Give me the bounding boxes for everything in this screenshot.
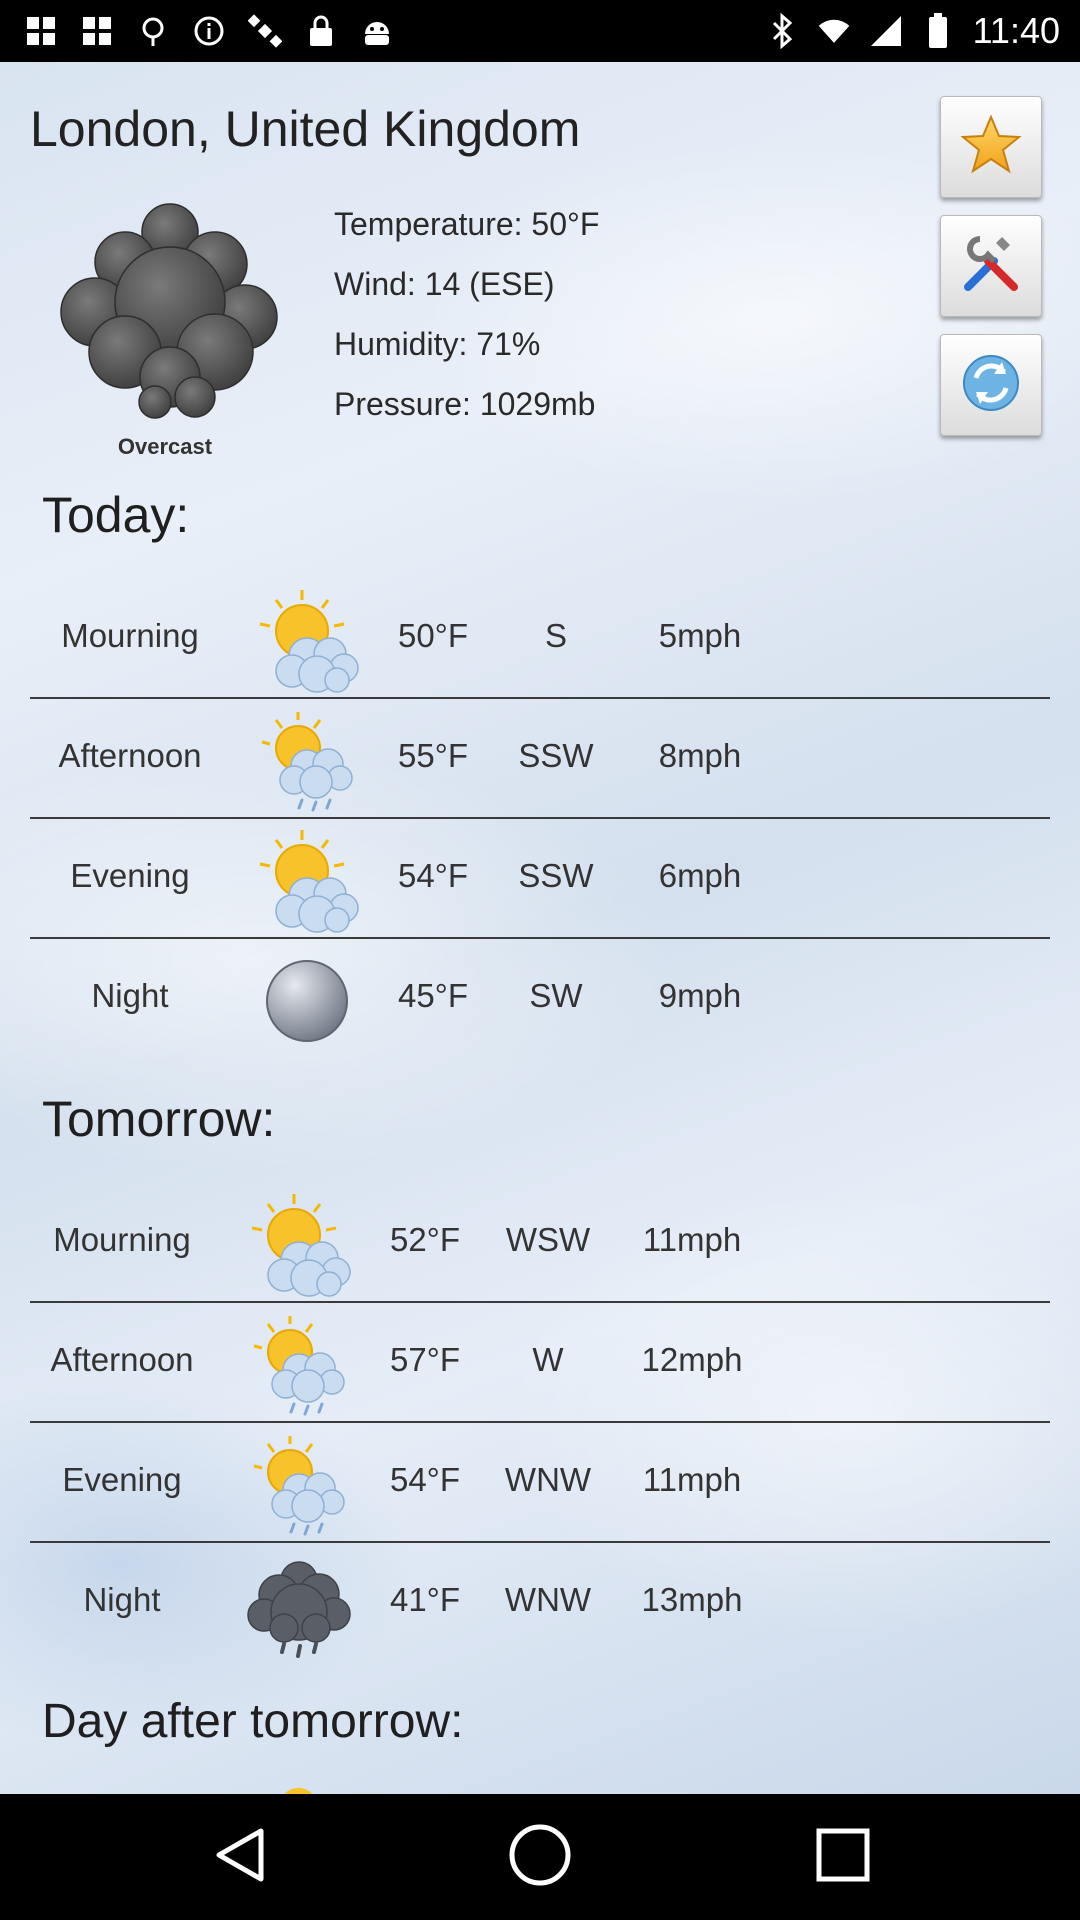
sun-cloud-icon [262,1774,342,1794]
refresh-button[interactable] [940,334,1042,436]
temperature-value: 55°F [397,737,469,774]
weather-screen: London, United Kingdom Overcast Temperat… [0,62,1080,1794]
temperature-value: 41°F [389,1581,461,1618]
condition-label: Overcast [117,434,213,459]
battery-icon [921,13,955,48]
pressure-text: Pressure: 1029mb [334,386,596,422]
wind-text: Wind: 14 (ESE) [334,266,555,302]
wind-direction: S [544,617,567,654]
wind-direction: W [532,1341,564,1378]
wind-direction: WNW [504,1581,592,1618]
fake-gps-icon [136,14,170,48]
status-bar-system: 11:40 [765,10,1060,52]
sun-cloud-icon [252,586,362,696]
wind-direction: SSW [518,857,594,894]
wind-speed: 8mph [658,737,742,774]
wind-speed: 11mph [642,1461,742,1498]
lock-icon [304,14,338,48]
status-bar-notifications [24,12,394,50]
favorite-button[interactable] [940,96,1042,198]
wind-speed: 13mph [641,1581,743,1618]
forecast-row: Afternoon 57°F W 12mph [30,1300,1050,1420]
temperature-text: Temperature: 50°F [334,206,600,242]
sun-cloud-icon [252,826,362,936]
wind-direction: SW [529,977,583,1014]
temperature-value: 52°F [389,1221,461,1258]
period-label: Evening [70,857,190,894]
wind-speed: 6mph [658,857,742,894]
today-title: Today: [42,487,190,543]
forecast-row: Mourning 52°F WSW 11mph [30,1180,1050,1300]
temperature-value: 54°F [389,1461,461,1498]
star-icon [960,113,1022,181]
location-title: London, United Kingdom [30,101,581,157]
overcast-cloud-icon [55,192,285,422]
temperature-value: 50°F [397,617,469,654]
humidity-text: Humidity: 71% [334,326,541,362]
period-label: Mourning [53,1221,191,1258]
moon-icon [252,946,362,1056]
period-label: Mourning [61,617,199,654]
sun-cloud-rain-icon [244,1310,354,1420]
status-time: 11:40 [972,10,1060,51]
period-label: Night [83,1581,161,1618]
satellite-icon [248,14,282,48]
wind-direction: WSW [505,1221,591,1258]
wind-speed: 5mph [658,617,742,654]
period-label: Night [91,977,169,1014]
wind-speed: 12mph [641,1341,743,1378]
wind-speed: 9mph [658,977,742,1014]
wifi-icon [817,14,851,48]
temperature-value: 54°F [397,857,469,894]
temperature-value: 57°F [389,1341,461,1378]
recents-icon [815,1827,871,1888]
sun-cloud-rain-icon [252,706,362,816]
period-label: Evening [62,1461,182,1498]
tools-icon [958,231,1024,302]
period-label: Afternoon [58,737,202,774]
forecast-row: Mourning 50°F S 5mph [30,576,1050,696]
dark-cloud-rain-icon [244,1550,354,1660]
forecast-row: Afternoon 55°F SSW 8mph [30,696,1050,816]
back-icon [211,1825,267,1890]
recents-button[interactable] [808,1822,878,1892]
status-bar: 11:40 [0,0,1080,62]
period-label: Afternoon [50,1341,194,1378]
wind-direction: SSW [518,737,594,774]
home-icon [507,1822,573,1893]
forecast-row: Evening 54°F SSW 6mph [30,816,1050,936]
wind-speed: 11mph [642,1221,742,1258]
android-icon [360,14,394,48]
tomorrow-title: Tomorrow: [42,1091,276,1147]
info-icon [192,14,226,48]
sun-cloud-rain-icon [244,1430,354,1540]
forecast-row: Night 45°F SW 9mph [30,936,1050,1056]
home-button[interactable] [505,1822,575,1892]
back-button[interactable] [204,1822,274,1892]
settings-button[interactable] [940,215,1042,317]
temperature-value: 45°F [397,977,469,1014]
wind-direction: WNW [504,1461,592,1498]
navigation-bar [0,1794,1080,1920]
forecast-row: Night 41°F WNW 13mph [30,1540,1050,1660]
grid-icon [80,14,114,48]
day-after-title: Day after tomorrow: [42,1695,464,1748]
grid-icon [24,14,58,48]
sun-cloud-icon [244,1190,354,1300]
bluetooth-icon [765,13,799,49]
current-details: Temperature: 50°F Wind: 14 (ESE) Humidit… [334,194,599,434]
signal-icon [869,14,903,48]
forecast-row: Evening 54°F WNW 11mph [30,1420,1050,1540]
refresh-icon [958,350,1024,421]
